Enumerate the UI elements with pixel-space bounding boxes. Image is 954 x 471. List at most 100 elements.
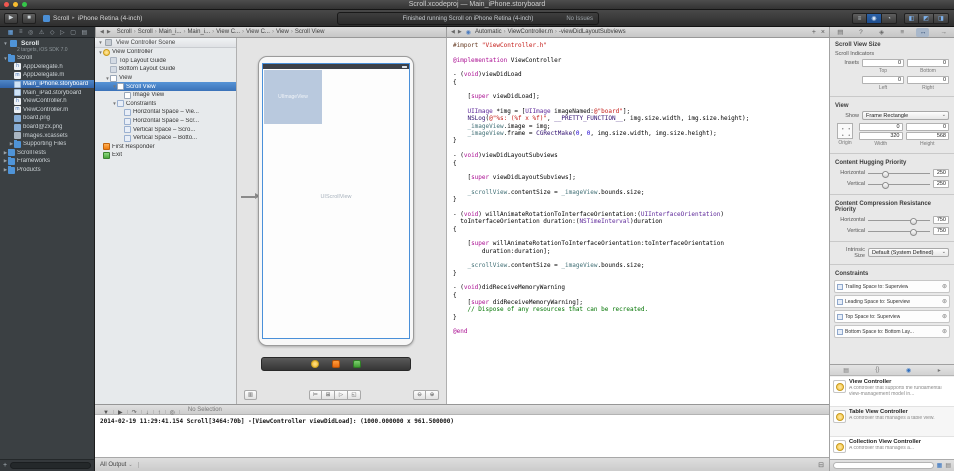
navigator-row[interactable]: hViewController.h: [0, 97, 94, 106]
console-output[interactable]: 2014-02-19 11:29:41.154 Scroll[3464:70b]…: [95, 415, 829, 457]
inset-right-field[interactable]: 0: [907, 76, 949, 84]
gear-icon[interactable]: ⊛: [942, 298, 947, 305]
compression-horizontal-field[interactable]: 750: [933, 216, 949, 224]
y-field[interactable]: 0: [906, 123, 950, 131]
scroll-view-on-canvas[interactable]: UIImageView UIScrollView: [262, 63, 410, 339]
search-icon[interactable]: ◎: [28, 29, 33, 36]
hugging-vertical-slider[interactable]: [868, 180, 930, 189]
align-button[interactable]: ⊨: [309, 390, 322, 400]
assistant-editor-button[interactable]: ◉: [867, 13, 882, 24]
debug-icon[interactable]: ▷: [60, 29, 65, 36]
gear-icon[interactable]: ⊛: [942, 328, 947, 335]
library-grid-view-icon[interactable]: ▦: [937, 462, 943, 469]
storyboard-canvas[interactable]: UIImageView UIScrollView ▥ ⊨⊞▷◱ ⊖⊕: [237, 38, 446, 404]
view-controller-icon[interactable]: [311, 360, 319, 368]
outline-row[interactable]: ▼View: [95, 74, 236, 83]
jumpbar-segment[interactable]: Scroll: [117, 29, 132, 35]
close-assistant-editor-button[interactable]: ×: [821, 29, 825, 36]
navigator-row[interactable]: ▼Scroll: [0, 54, 94, 63]
navigator-row[interactable]: hAppDelegate.h: [0, 63, 94, 72]
navigator-row[interactable]: board.png: [0, 114, 94, 123]
show-dropdown[interactable]: Frame Rectangle: [862, 111, 949, 120]
connections-icon[interactable]: →: [937, 28, 950, 37]
constraint-row[interactable]: Top Space to: Superview⊛: [834, 310, 950, 323]
file-templates-icon[interactable]: ▤: [843, 367, 849, 374]
zoom-window-button[interactable]: [22, 2, 27, 7]
disclosure-triangle-icon[interactable]: ▼: [98, 40, 103, 45]
objects-icon[interactable]: ◉: [906, 367, 911, 374]
navigator-row[interactable]: ▶Products: [0, 166, 94, 175]
navigator-row[interactable]: board@2x.png: [0, 123, 94, 132]
version-editor-button[interactable]: ◔: [882, 13, 897, 24]
jumpbar-segment[interactable]: View C...: [216, 29, 240, 35]
forward-button[interactable]: ▶: [458, 29, 462, 35]
jumpbar-segment[interactable]: View: [276, 29, 289, 35]
project-icon[interactable]: ▦: [8, 29, 14, 36]
navigator-row[interactable]: Images.xcassets: [0, 131, 94, 140]
width-field[interactable]: 320: [859, 132, 903, 140]
outline-row[interactable]: First Responder: [95, 143, 236, 152]
navigator-row[interactable]: mAppDelegate.m: [0, 71, 94, 80]
pin-button[interactable]: ⊞: [322, 390, 335, 400]
minimize-window-button[interactable]: [13, 2, 18, 7]
gear-icon[interactable]: ⊛: [942, 313, 947, 320]
outline-row[interactable]: Vertical Space – Scro...: [95, 125, 236, 134]
standard-editor-button[interactable]: ≡: [852, 13, 867, 24]
project-root-row[interactable]: ▼ Scroll 2 targets, iOS SDK 7.0: [0, 38, 94, 54]
x-field[interactable]: 0: [859, 123, 903, 131]
jumpbar-segment[interactable]: Main_i...: [159, 29, 182, 35]
outline-row[interactable]: ▼Constraints: [95, 100, 236, 109]
jumpbar-segment[interactable]: -viewDidLayoutSubviews: [559, 29, 626, 35]
constraint-row[interactable]: Leading Space to: Superview⊛: [834, 295, 950, 308]
quick-help-icon[interactable]: ?: [854, 28, 867, 37]
inset-bottom-field[interactable]: 0: [907, 59, 949, 67]
gear-icon[interactable]: ⊛: [942, 283, 947, 290]
height-field[interactable]: 568: [906, 132, 950, 140]
inset-top-field[interactable]: 0: [862, 59, 904, 67]
first-responder-icon[interactable]: [332, 360, 340, 368]
navigator-filter-field[interactable]: [10, 462, 91, 469]
breakpoints-icon[interactable]: ▢: [70, 29, 76, 36]
outline-row[interactable]: ▼View Controller: [95, 48, 236, 57]
compression-vertical-field[interactable]: 750: [933, 227, 949, 235]
run-button[interactable]: ▶: [4, 13, 18, 24]
compression-horizontal-slider[interactable]: [868, 216, 930, 225]
constraint-row[interactable]: Bottom Space to: Bottom Lay...⊛: [834, 325, 950, 338]
trash-icon[interactable]: ⊟: [818, 461, 824, 469]
outline-toggle-button[interactable]: ▥: [244, 390, 257, 400]
navigator-row[interactable]: mViewController.m: [0, 106, 94, 115]
constraint-row[interactable]: Trailing Space to: Superview⊛: [834, 280, 950, 293]
library-item[interactable]: Table View ControllerA controller that m…: [830, 407, 954, 437]
stop-button[interactable]: ■: [22, 13, 36, 24]
file-icon[interactable]: ▤: [834, 28, 847, 37]
compression-vertical-slider[interactable]: [868, 227, 930, 236]
attributes-icon[interactable]: ≡: [896, 28, 909, 37]
exit-icon[interactable]: [353, 360, 361, 368]
scheme-selector[interactable]: Scroll ▸ iPhone Retina (4-inch): [43, 15, 142, 22]
jumpbar-segment[interactable]: Main_i...: [187, 29, 210, 35]
outline-row[interactable]: Bottom Layout Guide: [95, 65, 236, 74]
add-assistant-editor-button[interactable]: +: [812, 29, 816, 36]
navigator-row[interactable]: ▶ScrollTests: [0, 149, 94, 158]
library-filter-field[interactable]: [833, 462, 934, 469]
navigator-row[interactable]: Main_iPhone.storyboard: [0, 80, 94, 89]
outline-row[interactable]: Vertical Space – Botto...: [95, 134, 236, 143]
resolve-button[interactable]: ▷: [335, 390, 348, 400]
issues-icon[interactable]: ⚠: [39, 29, 44, 36]
intrinsic-size-dropdown[interactable]: Default (System Defined): [868, 248, 949, 257]
media-icon[interactable]: ▸: [938, 367, 941, 374]
outline-row[interactable]: Horizontal Space – Vie...: [95, 108, 236, 117]
library-list-view-icon[interactable]: ▤: [945, 462, 951, 469]
jumpbar-segment[interactable]: Scroll View: [295, 29, 325, 35]
logs-icon[interactable]: ▤: [81, 29, 87, 36]
navigator-row[interactable]: Main_iPad.storyboard: [0, 88, 94, 97]
hugging-horizontal-field[interactable]: 250: [933, 169, 949, 177]
jumpbar-segment[interactable]: Scroll: [138, 29, 153, 35]
size-icon[interactable]: ↔: [916, 28, 929, 37]
jumpbar-segment[interactable]: Automatic: [475, 29, 502, 35]
utilities-panel-button[interactable]: ◨: [934, 13, 949, 24]
disclosure-triangle-icon[interactable]: ▼: [3, 41, 8, 46]
scene-header[interactable]: ▼ View Controller Scene: [95, 38, 236, 48]
outline-row[interactable]: ▼Scroll View: [95, 82, 236, 91]
jumpbar-segment[interactable]: View C...: [246, 29, 270, 35]
